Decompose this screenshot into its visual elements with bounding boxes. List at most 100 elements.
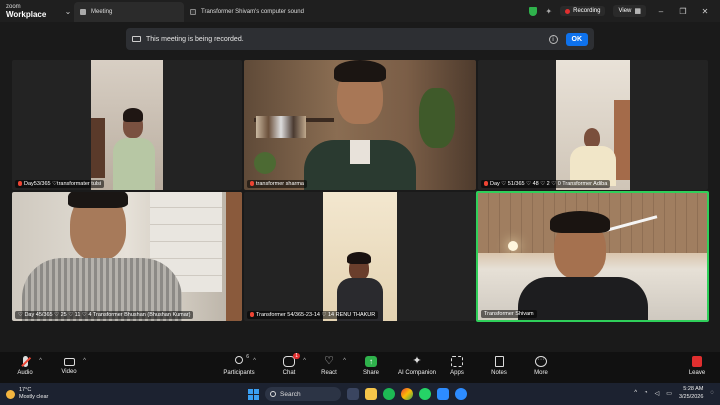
clock-time: 5:28 AM — [683, 386, 704, 392]
participant-tile[interactable]: Transformer 54/365-23-14 ♡ 14 RENU THAKU… — [244, 192, 476, 321]
system-tray: ^ ◔ ◁ ▭ 5:28 AM 3/25/2026 ◌ — [634, 385, 714, 401]
participant-tile[interactable]: Day ♡ 51/365 ♡ 48 ♡ 2 ♡ 0 Transformer Ad… — [478, 60, 708, 190]
participants-count: 6 — [246, 354, 249, 360]
ok-button[interactable]: OK — [565, 32, 588, 46]
chevron-up-icon[interactable]: ^ — [39, 358, 42, 364]
file-explorer-icon[interactable] — [365, 388, 377, 400]
participant-video — [91, 60, 163, 190]
wifi-icon[interactable]: ◔ — [644, 390, 648, 396]
taskbar-search[interactable]: Search — [265, 387, 341, 401]
notes-label: Notes — [491, 370, 507, 376]
share-label: Share — [362, 370, 379, 376]
whatsapp-icon[interactable] — [419, 388, 431, 400]
chevron-up-icon[interactable]: ^ — [253, 358, 256, 364]
mic-muted-icon — [18, 181, 22, 187]
participant-name: Transformer 54/365-23-14 ♡ 14 RENU THAKU… — [247, 311, 379, 319]
recording-camera-icon — [132, 36, 141, 42]
share-screen-icon: ↑ — [365, 356, 377, 367]
speaker-icon[interactable]: ◁ — [655, 390, 660, 397]
participant-name: Day ♡ 51/365 ♡ 48 ♡ 2 ♡ 0 Transformer Ad… — [481, 180, 611, 188]
mic-muted-icon — [20, 356, 31, 367]
more-icon: ··· — [535, 356, 547, 367]
participant-tile[interactable]: transformer sharma — [244, 60, 476, 190]
chevron-down-icon[interactable]: ⌄ — [62, 7, 74, 16]
screen-share-icon — [190, 9, 196, 15]
heart-icon: ♡ — [324, 355, 334, 367]
info-icon[interactable]: i — [548, 34, 558, 44]
apps-button[interactable]: Apps — [434, 356, 480, 376]
recording-indicator[interactable]: Recording — [560, 6, 606, 16]
taskbar-search-label: Search — [280, 390, 301, 398]
moon-cloud-icon — [6, 389, 15, 399]
zoom-logo: zoom Workplace — [0, 3, 62, 19]
audio-label: Audio — [17, 370, 33, 376]
notes-button[interactable]: Notes — [476, 356, 522, 376]
audio-button[interactable]: ^ Audio — [2, 356, 48, 376]
video-button[interactable]: ^ Video — [46, 356, 92, 375]
shield-icon[interactable] — [529, 6, 538, 16]
participant-video — [12, 192, 242, 321]
participant-video — [244, 60, 476, 190]
zoom-app-icon[interactable] — [437, 388, 449, 400]
participant-video — [323, 192, 397, 321]
participant-tile[interactable]: Day53/365 ♡transformater tulsi — [12, 60, 242, 190]
weather-condition: Mostly clear — [19, 394, 49, 400]
record-dot-icon — [565, 8, 571, 14]
share-button[interactable]: ↑ Share — [348, 356, 394, 376]
zoom-meeting-icon[interactable] — [455, 388, 467, 400]
grid-icon: ▦ — [634, 8, 641, 15]
weather-temp: 17°C — [19, 387, 32, 393]
participant-name: ♡ Day 45/365 ♡ 25 ♡ 11 ♡ 4 Transformer B… — [15, 311, 194, 319]
chat-icon: 1 — [283, 353, 300, 367]
chevron-up-icon[interactable]: ^ — [634, 390, 637, 396]
minimize-icon[interactable]: – — [654, 7, 668, 16]
chevron-up-icon[interactable]: ^ — [83, 358, 86, 364]
mic-muted-icon — [484, 181, 488, 187]
view-button[interactable]: View ▦ — [613, 5, 646, 17]
tab-shared-screen[interactable]: Transformer Shivam's computer sound — [184, 2, 394, 22]
leave-label: Leave — [688, 370, 706, 376]
video-label: Video — [61, 369, 77, 375]
participant-tile-active-speaker[interactable]: Transformer Shivam — [476, 191, 709, 322]
more-label: More — [534, 370, 548, 376]
participant-tile[interactable]: ♡ Day 45/365 ♡ 25 ♡ 11 ♡ 4 Transformer B… — [12, 192, 242, 321]
close-icon[interactable]: ✕ — [698, 7, 712, 16]
mic-muted-icon — [250, 181, 254, 187]
react-label: React — [321, 370, 337, 376]
chevron-up-icon[interactable]: ^ — [343, 358, 346, 364]
apps-icon — [451, 356, 463, 367]
recording-label: Recording — [573, 8, 601, 14]
battery-icon[interactable]: ▭ — [666, 390, 672, 397]
leave-button[interactable]: Leave — [674, 356, 720, 376]
notifications-icon[interactable]: ◌ — [710, 390, 714, 396]
recording-banner-text: This meeting is being recorded. — [146, 35, 244, 43]
view-label: View — [618, 8, 632, 14]
participant-name: transformer sharma — [247, 180, 307, 188]
spotify-icon[interactable] — [383, 388, 395, 400]
participant-name: Transformer Shivam — [481, 310, 537, 318]
taskbar-apps: Search — [248, 385, 467, 403]
chat-badge: 1 — [293, 353, 300, 359]
meeting-icon — [80, 9, 86, 15]
weather-widget[interactable]: 17°C Mostly clear — [0, 387, 90, 401]
participants-button[interactable]: 6 ^ Participants — [216, 354, 262, 376]
mic-muted-icon — [250, 312, 254, 318]
more-button[interactable]: ··· More — [518, 356, 564, 376]
react-button[interactable]: ♡ ^ React — [306, 355, 352, 377]
taskbar-clock[interactable]: 5:28 AM 3/25/2026 — [679, 385, 703, 401]
windows-start-icon[interactable] — [248, 388, 259, 400]
chrome-icon[interactable] — [401, 388, 413, 400]
brand-line2: Workplace — [6, 10, 47, 19]
sparkle-icon[interactable]: ✦ — [545, 7, 552, 16]
leave-icon — [692, 356, 702, 367]
tab-meeting[interactable]: Meeting — [74, 2, 184, 22]
search-icon — [270, 391, 276, 397]
apps-label: Apps — [450, 370, 464, 376]
camera-icon — [63, 358, 75, 366]
recording-banner: This meeting is being recorded. i OK — [126, 28, 594, 50]
task-view-icon[interactable] — [347, 388, 359, 400]
chat-label: Chat — [282, 370, 296, 376]
window-titlebar: zoom Workplace ⌄ Meeting Transformer Shi… — [0, 0, 720, 22]
restore-icon[interactable]: ❐ — [676, 7, 690, 16]
os-taskbar: 17°C Mostly clear Search ^ ◔ ◁ ▭ 5:28 AM… — [0, 383, 720, 405]
